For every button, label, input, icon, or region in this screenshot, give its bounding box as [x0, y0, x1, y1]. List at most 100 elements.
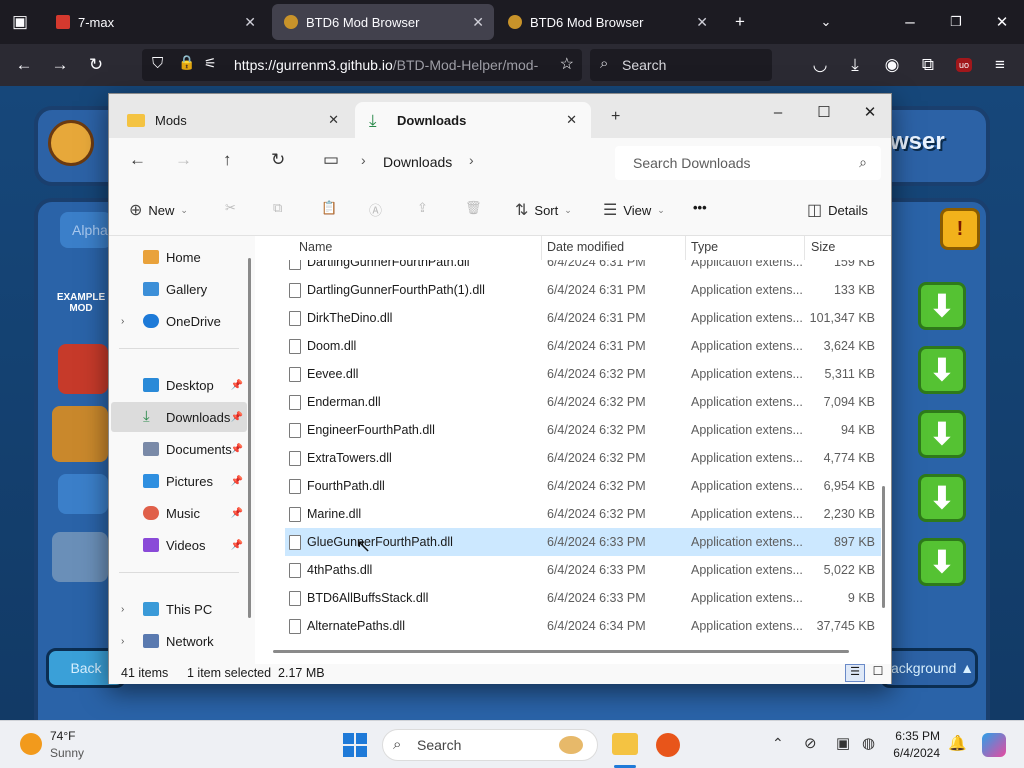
- tray-app-icon[interactable]: ▣: [836, 734, 850, 752]
- copilot-icon[interactable]: [982, 733, 1006, 757]
- file-row[interactable]: AlternatePaths.dll 6/4/2024 6:34 PM Applic…: [285, 612, 881, 640]
- file-row[interactable]: DirkTheDino.dll 6/4/2024 6:31 PM Applicati…: [285, 304, 881, 332]
- back-arrow-icon[interactable]: ←: [12, 53, 36, 77]
- column-header-size[interactable]: Size: [811, 240, 835, 254]
- column-separator[interactable]: [804, 236, 805, 260]
- file-row[interactable]: ExtraTowers.dll 6/4/2024 6:32 PM Applicati…: [285, 444, 881, 472]
- reload-icon[interactable]: ↻: [84, 53, 108, 77]
- shield-icon[interactable]: ⛉: [152, 55, 163, 72]
- back-arrow-icon[interactable]: ←: [129, 150, 146, 170]
- forward-arrow-icon[interactable]: →: [48, 53, 72, 77]
- tab-overview-icon[interactable]: ▣: [8, 10, 32, 34]
- file-row[interactable]: GlueGunnerFourthPath.dll 6/4/2024 6:33 PM…: [285, 528, 881, 556]
- close-window-icon[interactable]: ✕: [847, 98, 893, 126]
- pin-icon[interactable]: 📌: [231, 444, 243, 455]
- column-header-type[interactable]: Type: [691, 240, 718, 254]
- download-arrow-icon[interactable]: ⬇: [918, 474, 966, 522]
- browser-tab-btd6[interactable]: BTD6 Mod Browser ✕: [496, 4, 718, 40]
- new-button[interactable]: ⊕ New ⌄: [129, 200, 188, 220]
- file-row[interactable]: EngineerFourthPath.dll 6/4/2024 6:32 PM Ap…: [285, 416, 881, 444]
- download-arrow-icon[interactable]: ⬇: [918, 282, 966, 330]
- background-button[interactable]: ackground ▲: [880, 648, 978, 688]
- pin-icon[interactable]: 📌: [231, 412, 243, 423]
- pin-icon[interactable]: 📌: [231, 380, 243, 391]
- vertical-scrollbar[interactable]: [882, 486, 885, 608]
- download-arrow-icon[interactable]: ⬇: [918, 346, 966, 394]
- nav-item-documents[interactable]: Documents 📌: [111, 434, 247, 464]
- address-bar[interactable]: ▭ › Downloads ›: [305, 138, 605, 186]
- explorer-tab-downloads[interactable]: ⤓ Downloads ✕: [355, 102, 591, 138]
- delete-icon[interactable]: 🗑: [465, 200, 482, 216]
- close-window-icon[interactable]: ✕: [990, 10, 1014, 34]
- chevron-right-icon[interactable]: ›: [121, 636, 124, 647]
- notification-bell-icon[interactable]: 🔔: [948, 734, 967, 752]
- close-icon[interactable]: ✕: [566, 112, 577, 128]
- sort-button[interactable]: ⇅ Sort ⌄: [515, 200, 572, 220]
- paste-icon[interactable]: 📋: [321, 200, 337, 216]
- nav-item-thispc[interactable]: › This PC: [111, 594, 247, 624]
- url-bar[interactable]: ⛉ 🔒 ⚟ https://gurrenm3.github.io/BTD-Mod…: [142, 49, 582, 81]
- column-separator[interactable]: [541, 236, 542, 260]
- column-header-name[interactable]: Name: [299, 240, 332, 254]
- refresh-icon[interactable]: ↻: [271, 150, 285, 170]
- hamburger-menu-icon[interactable]: ≡: [988, 53, 1012, 77]
- up-arrow-icon[interactable]: ↑: [223, 150, 232, 170]
- details-view-icon[interactable]: ☰: [845, 664, 865, 682]
- new-tab-plus-icon[interactable]: +: [728, 10, 752, 34]
- share-icon[interactable]: ⇪: [417, 200, 428, 216]
- network-off-icon[interactable]: ⊘: [804, 734, 817, 752]
- bookmark-star-icon[interactable]: ☆: [560, 54, 574, 74]
- firefox-taskbar-icon[interactable]: [656, 733, 680, 757]
- warning-icon[interactable]: !: [940, 208, 980, 250]
- rename-icon[interactable]: Ⓐ: [369, 200, 382, 219]
- chevron-right-icon[interactable]: ›: [121, 316, 124, 327]
- forward-arrow-icon[interactable]: →: [175, 150, 192, 170]
- explorer-tab-mods[interactable]: Mods ✕: [113, 102, 353, 138]
- clock-date[interactable]: 6/4/2024: [886, 746, 940, 760]
- copy-icon[interactable]: ⧉: [273, 200, 282, 216]
- pin-icon[interactable]: 📌: [231, 540, 243, 551]
- weather-temp[interactable]: 74°F: [50, 729, 75, 743]
- file-row[interactable]: 4thPaths.dll 6/4/2024 6:33 PM Application …: [285, 556, 881, 584]
- nav-item-pictures[interactable]: Pictures 📌: [111, 466, 247, 496]
- nav-item-home[interactable]: Home: [111, 242, 247, 272]
- permissions-icon[interactable]: ⚟: [204, 55, 217, 72]
- browser-tab-7max[interactable]: 7-max ✕: [44, 4, 266, 40]
- horizontal-scrollbar[interactable]: [273, 650, 849, 653]
- explorer-search-input[interactable]: Search Downloads ⌕: [615, 146, 881, 180]
- file-row[interactable]: Marine.dll 6/4/2024 6:32 PM Application ex…: [285, 500, 881, 528]
- extensions-icon[interactable]: ⧉: [916, 53, 940, 77]
- nav-scrollbar[interactable]: [248, 258, 251, 618]
- minimize-icon[interactable]: –: [898, 10, 922, 34]
- column-header-date[interactable]: Date modified: [547, 240, 624, 254]
- clock-time[interactable]: 6:35 PM: [894, 729, 940, 743]
- close-icon[interactable]: ✕: [472, 14, 484, 31]
- close-icon[interactable]: ✕: [696, 14, 708, 31]
- nav-item-network[interactable]: › Network: [111, 626, 247, 656]
- chevron-right-icon[interactable]: ›: [469, 152, 474, 168]
- weather-desc[interactable]: Sunny: [50, 746, 84, 760]
- browser-tab-btd6-active[interactable]: BTD6 Mod Browser ✕: [272, 4, 494, 40]
- nav-item-downloads[interactable]: ⤓ Downloads 📌: [111, 402, 247, 432]
- file-row[interactable]: BTD6AllBuffsStack.dll 6/4/2024 6:33 PM App…: [285, 584, 881, 612]
- file-row[interactable]: Eevee.dll 6/4/2024 6:32 PM Application ext…: [285, 360, 881, 388]
- breadcrumb[interactable]: Downloads: [383, 154, 452, 170]
- close-icon[interactable]: ✕: [244, 14, 256, 31]
- new-tab-plus-icon[interactable]: +: [611, 108, 620, 126]
- chevron-right-icon[interactable]: ›: [121, 604, 124, 615]
- pin-icon[interactable]: 📌: [231, 508, 243, 519]
- column-separator[interactable]: [685, 236, 686, 260]
- volume-icon[interactable]: ◍: [862, 734, 875, 752]
- windows-start-icon[interactable]: [343, 733, 367, 757]
- file-explorer-taskbar-icon[interactable]: [612, 733, 638, 755]
- file-row[interactable]: DartlingGunnerFourthPath.dll 6/4/2024 6:3…: [285, 260, 881, 276]
- nav-item-music[interactable]: Music 📌: [111, 498, 247, 528]
- maximize-icon[interactable]: ☐: [801, 98, 847, 126]
- cut-icon[interactable]: ✂: [225, 200, 236, 216]
- nav-item-onedrive[interactable]: › OneDrive: [111, 306, 247, 336]
- file-row[interactable]: FourthPath.dll 6/4/2024 6:32 PM Applicatio…: [285, 472, 881, 500]
- download-arrow-icon[interactable]: ⬇: [918, 538, 966, 586]
- file-row[interactable]: Enderman.dll 6/4/2024 6:32 PM Application …: [285, 388, 881, 416]
- file-row[interactable]: Doom.dll 6/4/2024 6:31 PM Application exte…: [285, 332, 881, 360]
- view-button[interactable]: ☰ View ⌄: [603, 200, 665, 220]
